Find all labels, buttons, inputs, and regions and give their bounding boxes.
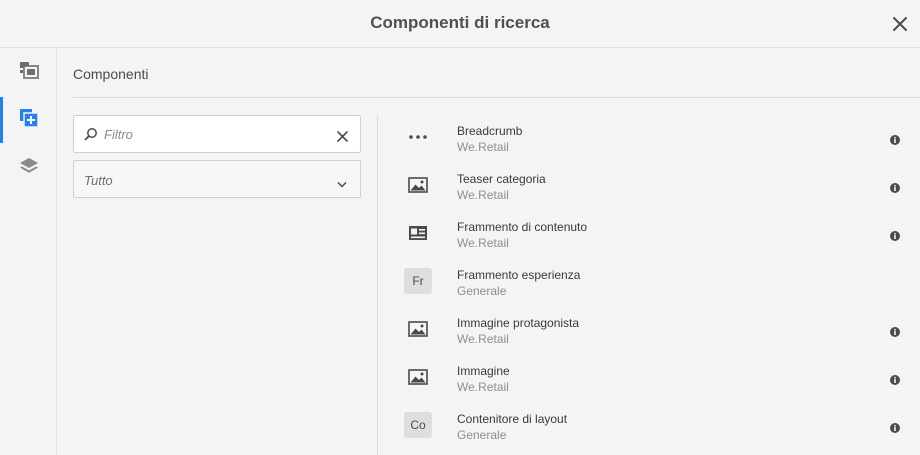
component-abbreviation: Fr (404, 268, 432, 294)
dialog-title: Componenti di ricerca (370, 13, 550, 32)
content-card-icon (403, 219, 433, 247)
component-name: Breadcrumb (457, 124, 523, 138)
list-item[interactable]: Co Contenitore di layout Generale (378, 401, 920, 449)
component-group: We.Retail (457, 188, 509, 202)
info-icon[interactable] (890, 372, 900, 385)
list-item[interactable]: Fr Frammento esperienza Generale (378, 257, 920, 305)
component-name: Frammento di contenuto (457, 220, 588, 234)
info-icon[interactable] (890, 324, 900, 337)
list-item[interactable]: Frammento di contenuto We.Retail (378, 209, 920, 257)
component-group: Generale (457, 428, 507, 442)
component-name: Frammento esperienza (457, 268, 581, 282)
select-value: Tutto (84, 173, 113, 188)
component-name: Contenitore di layout (457, 412, 568, 426)
components-panel: Componenti Tutto Breadcrumb (58, 49, 920, 455)
component-abbreviation: Co (404, 412, 432, 438)
component-name: Teaser categoria (457, 172, 546, 186)
layers-icon (19, 157, 39, 180)
assets-icon (19, 61, 39, 84)
image-icon (403, 315, 433, 343)
info-icon[interactable] (890, 420, 900, 433)
component-group: We.Retail (457, 140, 509, 154)
dialog-header: Componenti di ricerca (0, 0, 920, 48)
list-item[interactable]: Immagine We.Retail (378, 353, 920, 401)
list-item[interactable]: Immagine protagonista We.Retail (378, 305, 920, 353)
side-rail (0, 49, 57, 455)
filter-input[interactable] (104, 124, 324, 144)
component-list: Breadcrumb We.Retail Teaser categoria We… (378, 113, 920, 449)
chevron-down-icon (337, 175, 347, 193)
list-item[interactable]: Teaser categoria We.Retail (378, 161, 920, 209)
close-icon[interactable] (890, 14, 910, 34)
component-group: We.Retail (457, 236, 509, 250)
rail-item-components[interactable] (0, 97, 57, 143)
divider (73, 97, 920, 98)
image-icon (403, 171, 433, 199)
rail-item-content-tree[interactable] (0, 145, 57, 191)
filter-field[interactable] (73, 115, 361, 153)
components-add-icon (19, 108, 39, 133)
component-group: We.Retail (457, 332, 509, 346)
component-group: We.Retail (457, 380, 509, 394)
list-item[interactable]: Breadcrumb We.Retail (378, 113, 920, 161)
image-icon (403, 363, 433, 391)
rail-item-assets[interactable] (0, 49, 57, 95)
search-icon (84, 127, 98, 146)
info-icon[interactable] (890, 180, 900, 193)
info-icon[interactable] (890, 228, 900, 241)
panel-title: Componenti (73, 66, 149, 82)
component-group-select[interactable]: Tutto (73, 160, 361, 198)
more-dots-icon (403, 123, 433, 151)
component-name: Immagine protagonista (457, 316, 580, 330)
info-icon[interactable] (890, 132, 900, 145)
component-name: Immagine (457, 364, 510, 378)
clear-icon[interactable] (337, 129, 348, 147)
search-components-dialog: Componenti di ricerca Componenti Filtro … (0, 0, 920, 455)
component-group: Generale (457, 284, 507, 298)
